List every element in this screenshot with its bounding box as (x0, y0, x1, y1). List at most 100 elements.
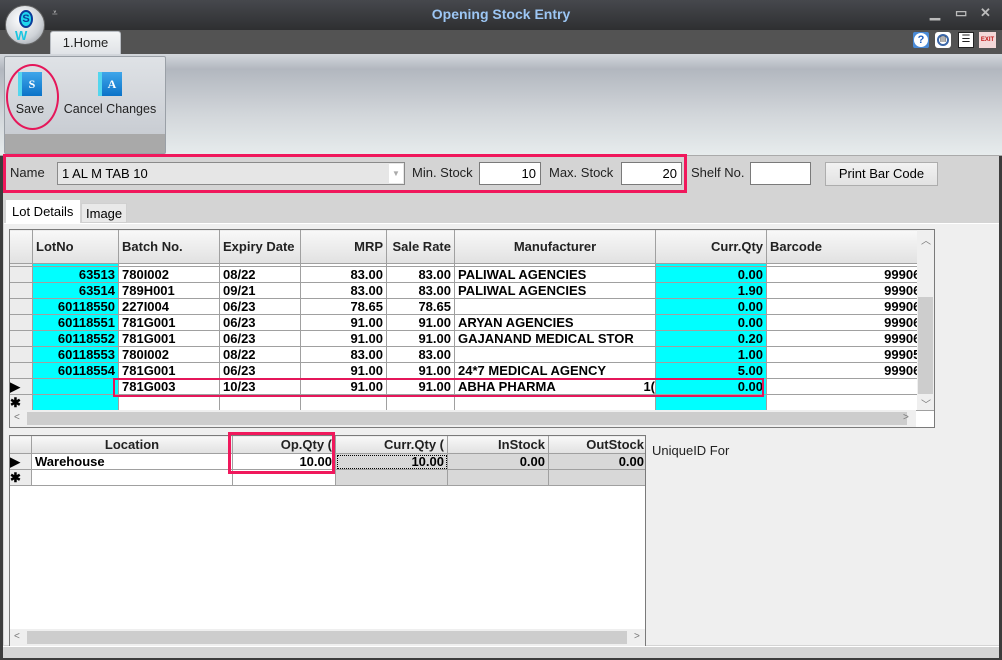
curr-qty-cell[interactable]: 5.00 (655, 362, 767, 379)
scrollbar-thumb[interactable] (27, 412, 907, 425)
sale-rate-cell[interactable]: 91.00 (386, 362, 455, 379)
row-header[interactable] (10, 362, 33, 379)
barcode-cell[interactable]: 99905000 (766, 346, 934, 363)
curr-qty-cell[interactable]: 10.00 (335, 453, 448, 470)
sale-rate-cell[interactable]: 83.00 (386, 282, 455, 299)
table-row[interactable]: 60118554 781G001 06/23 91.00 91.00 24*7 MEDIC… (10, 362, 934, 379)
lot-no-cell[interactable]: 63513 (32, 266, 119, 283)
column-header-manufacturer[interactable]: Manufacturer (454, 230, 656, 264)
sale-rate-cell[interactable]: 83.00 (386, 346, 455, 363)
location-cell[interactable] (31, 469, 233, 486)
expiry-date-cell[interactable]: 08/22 (219, 346, 301, 363)
minimize-button[interactable]: ▁ (930, 5, 940, 21)
barcode-cell[interactable]: 99906000 (766, 282, 934, 299)
sale-rate-cell[interactable]: 91.00 (386, 314, 455, 331)
new-row-marker-icon[interactable]: ✱ (10, 469, 32, 486)
barcode-cell[interactable]: 99906000 (766, 362, 934, 379)
monitor-icon[interactable]: ▤ (935, 32, 951, 48)
select-all-corner[interactable] (10, 230, 33, 264)
lot-no-cell[interactable]: 60118552 (32, 330, 119, 347)
table-row[interactable]: 63513 780I002 08/22 83.00 83.00 PALIWAL AGENC… (10, 266, 934, 283)
manufacturer-cell[interactable] (454, 346, 656, 363)
curr-qty-cell[interactable] (335, 469, 448, 486)
scroll-left-icon[interactable]: < (14, 631, 20, 642)
mrp-cell[interactable]: 91.00 (300, 330, 387, 347)
close-button[interactable]: ✕ (980, 5, 991, 21)
location-cell[interactable]: Warehouse (31, 453, 233, 470)
mrp-cell[interactable]: 83.00 (300, 266, 387, 283)
column-header-location[interactable]: Location (31, 436, 233, 454)
quick-access-dropdown-icon[interactable]: ⩡ (52, 8, 58, 19)
column-header-outstock[interactable]: OutStock (548, 436, 645, 454)
column-header-sale-rate[interactable]: Sale Rate (386, 230, 455, 264)
column-header-batch[interactable]: Batch No. (118, 230, 220, 264)
barcode-cell[interactable]: 99906000 (766, 266, 934, 283)
mrp-cell[interactable]: 83.00 (300, 282, 387, 299)
curr-qty-cell[interactable]: 0.20 (655, 330, 767, 347)
batch-no-cell[interactable]: 789H001 (118, 282, 220, 299)
column-header-barcode[interactable]: Barcode (766, 230, 934, 264)
outstock-cell[interactable] (548, 469, 645, 486)
shelf-no-input[interactable] (750, 162, 811, 185)
lot-no-cell[interactable]: 60118554 (32, 362, 119, 379)
instock-cell[interactable]: 0.00 (447, 453, 549, 470)
table-row[interactable]: 60118550227I00406/2378.6578.650.00999060… (10, 298, 934, 315)
column-header-curr-qty[interactable]: Curr.Qty (655, 230, 767, 264)
lot-no-cell[interactable]: 60118553 (32, 346, 119, 363)
mrp-cell[interactable]: 83.00 (300, 346, 387, 363)
table-row[interactable]: 60118552 781G001 06/23 91.00 91.00 GAJANAND M… (10, 330, 934, 347)
lot-no-cell[interactable]: 60118550 (32, 298, 119, 315)
mrp-cell[interactable]: 78.65 (300, 298, 387, 315)
outstock-cell[interactable]: 0.00 (548, 453, 645, 470)
batch-no-cell[interactable]: 781G001 (118, 314, 220, 331)
table-row[interactable]: 60118551 781G001 06/23 91.00 91.00 ARYAN AGEN… (10, 314, 934, 331)
scroll-down-icon[interactable]: ﹀ (921, 396, 931, 411)
row-header[interactable] (10, 346, 33, 363)
scroll-right-icon[interactable]: > (634, 631, 640, 642)
cancel-changes-button[interactable]: A Cancel Changes (62, 72, 158, 116)
scrollbar-thumb[interactable] (918, 297, 933, 394)
curr-qty-cell[interactable]: 0.00 (655, 266, 767, 283)
lot-no-cell[interactable]: 63514 (32, 282, 119, 299)
select-all-corner[interactable] (10, 436, 32, 454)
expiry-date-cell[interactable]: 06/23 (219, 298, 301, 315)
barcode-cell[interactable] (766, 394, 934, 411)
lot-no-cell[interactable] (32, 378, 119, 395)
scroll-right-icon[interactable]: > (903, 412, 909, 423)
curr-qty-cell[interactable]: 1.90 (655, 282, 767, 299)
column-header-expiry[interactable]: Expiry Date (219, 230, 301, 264)
manufacturer-cell[interactable]: PALIWAL AGENCIES (454, 266, 656, 283)
print-bar-code-button[interactable]: Print Bar Code (825, 162, 938, 186)
expiry-date-cell[interactable]: 06/23 (219, 330, 301, 347)
batch-no-cell[interactable]: 781G001 (118, 330, 220, 347)
lot-no-cell[interactable]: 60118551 (32, 314, 119, 331)
batch-no-cell[interactable]: 780I002 (118, 346, 220, 363)
row-header[interactable] (10, 330, 33, 347)
tab-lot-details[interactable]: Lot Details (6, 200, 80, 223)
maximize-button[interactable]: ▭ (955, 5, 967, 21)
manufacturer-cell[interactable] (454, 298, 656, 315)
tab-image[interactable]: Image (81, 203, 127, 223)
document-icon[interactable]: ☰ (958, 32, 974, 48)
scroll-left-icon[interactable]: < (14, 412, 20, 423)
ribbon-tab-home[interactable]: 1.Home (50, 31, 121, 55)
instock-cell[interactable] (447, 469, 549, 486)
manufacturer-cell[interactable]: PALIWAL AGENCIES (454, 282, 656, 299)
row-header[interactable] (10, 282, 33, 299)
expiry-date-cell[interactable]: 06/23 (219, 314, 301, 331)
batch-no-cell[interactable]: 227I004 (118, 298, 220, 315)
expiry-date-cell[interactable]: 06/23 (219, 362, 301, 379)
exit-icon[interactable]: EXIT (979, 32, 996, 48)
barcode-cell[interactable] (766, 378, 934, 395)
current-row-marker-icon[interactable]: ▶ (10, 453, 32, 470)
sale-rate-cell[interactable]: 91.00 (386, 330, 455, 347)
scrollbar-thumb[interactable] (27, 631, 627, 644)
manufacturer-cell[interactable]: GAJANAND MEDICAL STOR (454, 330, 656, 347)
lot-details-grid[interactable]: LotNo Batch No. Expiry Date MRP Sale Rat… (9, 229, 935, 428)
table-row[interactable]: 60118553780I00208/2283.0083.001.00999050… (10, 346, 934, 363)
sale-rate-cell[interactable]: 78.65 (386, 298, 455, 315)
row-header[interactable] (10, 298, 33, 315)
column-header-instock[interactable]: InStock (447, 436, 549, 454)
location-grid-horizontal-scrollbar[interactable]: < > (10, 629, 645, 646)
mrp-cell[interactable]: 91.00 (300, 314, 387, 331)
